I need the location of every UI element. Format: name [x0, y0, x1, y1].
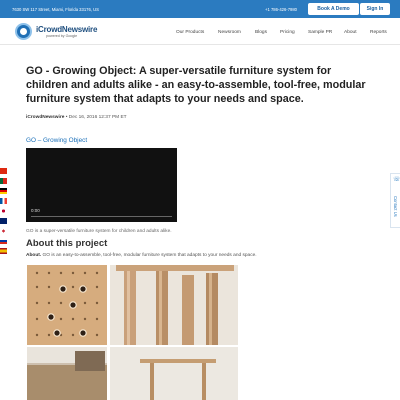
flag-germany-icon[interactable]: [0, 188, 7, 194]
article-byline: iCrowdNewswire • Dec 16, 2016 12:37 PM E…: [26, 115, 127, 120]
about-body: GO is an easy-to-assemble, tool-free, mo…: [41, 253, 257, 258]
main-navbar: iCrowdNewswire powered by Google Our Pro…: [0, 18, 400, 45]
video-title-link[interactable]: GO – Growing Object: [26, 137, 87, 144]
language-flags: [0, 168, 8, 258]
brand-tagline: powered by Google: [46, 34, 78, 38]
nav-blogs[interactable]: Blogs: [255, 30, 267, 35]
flag-korea-icon[interactable]: [0, 228, 7, 234]
nav-pricing[interactable]: Pricing: [280, 30, 295, 35]
nav-newsroom[interactable]: Newsroom: [218, 30, 241, 35]
about-lead: About.: [26, 253, 42, 258]
flag-japan-icon[interactable]: [0, 208, 7, 214]
pegboard-image: [27, 265, 107, 345]
furniture-legs-illustration: [110, 265, 238, 345]
sign-in-button[interactable]: Sign In: [360, 3, 390, 15]
flag-spain-icon[interactable]: [0, 248, 7, 254]
flag-russia-icon[interactable]: [0, 238, 7, 244]
contact-widget[interactable]: ☏ Contact Us: [390, 173, 400, 228]
top-bar: 7630 SW 117 Street, Miami, Florida 33176…: [0, 0, 400, 18]
author-name[interactable]: iCrowdNewswire: [26, 115, 64, 120]
brand-name[interactable]: iCrowdNewswire: [36, 25, 97, 34]
phone-text[interactable]: +1 786-426-7980: [265, 7, 297, 12]
publish-date: • Dec 16, 2016 12:37 PM ET: [64, 115, 127, 120]
nav-about[interactable]: About: [344, 30, 357, 35]
video-progress-bar[interactable]: [31, 216, 172, 217]
nav-our-products[interactable]: Our Products: [176, 30, 204, 35]
flag-china-icon[interactable]: [0, 168, 7, 174]
sofa-illustration: [27, 347, 107, 400]
nav-reports[interactable]: Reports: [370, 30, 387, 35]
video-player[interactable]: 0:00: [26, 148, 177, 222]
flag-uk-icon[interactable]: [0, 218, 7, 224]
flag-france-icon[interactable]: [0, 198, 7, 204]
contact-us-tab[interactable]: Contact Us: [393, 196, 398, 217]
table-image: [110, 347, 238, 400]
video-time: 0:00: [31, 208, 40, 213]
address-text: 7630 SW 117 Street, Miami, Florida 33176…: [12, 7, 99, 12]
pegboard-illustration: [27, 265, 107, 345]
video-caption: GO is a super-versatile furniture system…: [26, 229, 172, 234]
phone-icon[interactable]: ☏: [393, 176, 400, 183]
about-heading: About this project: [26, 238, 108, 249]
nav-sample-pr[interactable]: Sample PR: [308, 30, 332, 35]
sofa-image: [27, 347, 107, 400]
about-paragraph: About. GO is an easy-to-assemble, tool-f…: [26, 253, 257, 258]
flag-portugal-icon[interactable]: [0, 178, 7, 184]
furniture-legs-image: [110, 265, 238, 345]
book-demo-button[interactable]: Book A Demo: [308, 3, 359, 15]
article-headline: GO - Growing Object: A super-versatile f…: [26, 65, 366, 105]
logo-icon[interactable]: [15, 23, 32, 40]
table-illustration: [110, 347, 238, 400]
